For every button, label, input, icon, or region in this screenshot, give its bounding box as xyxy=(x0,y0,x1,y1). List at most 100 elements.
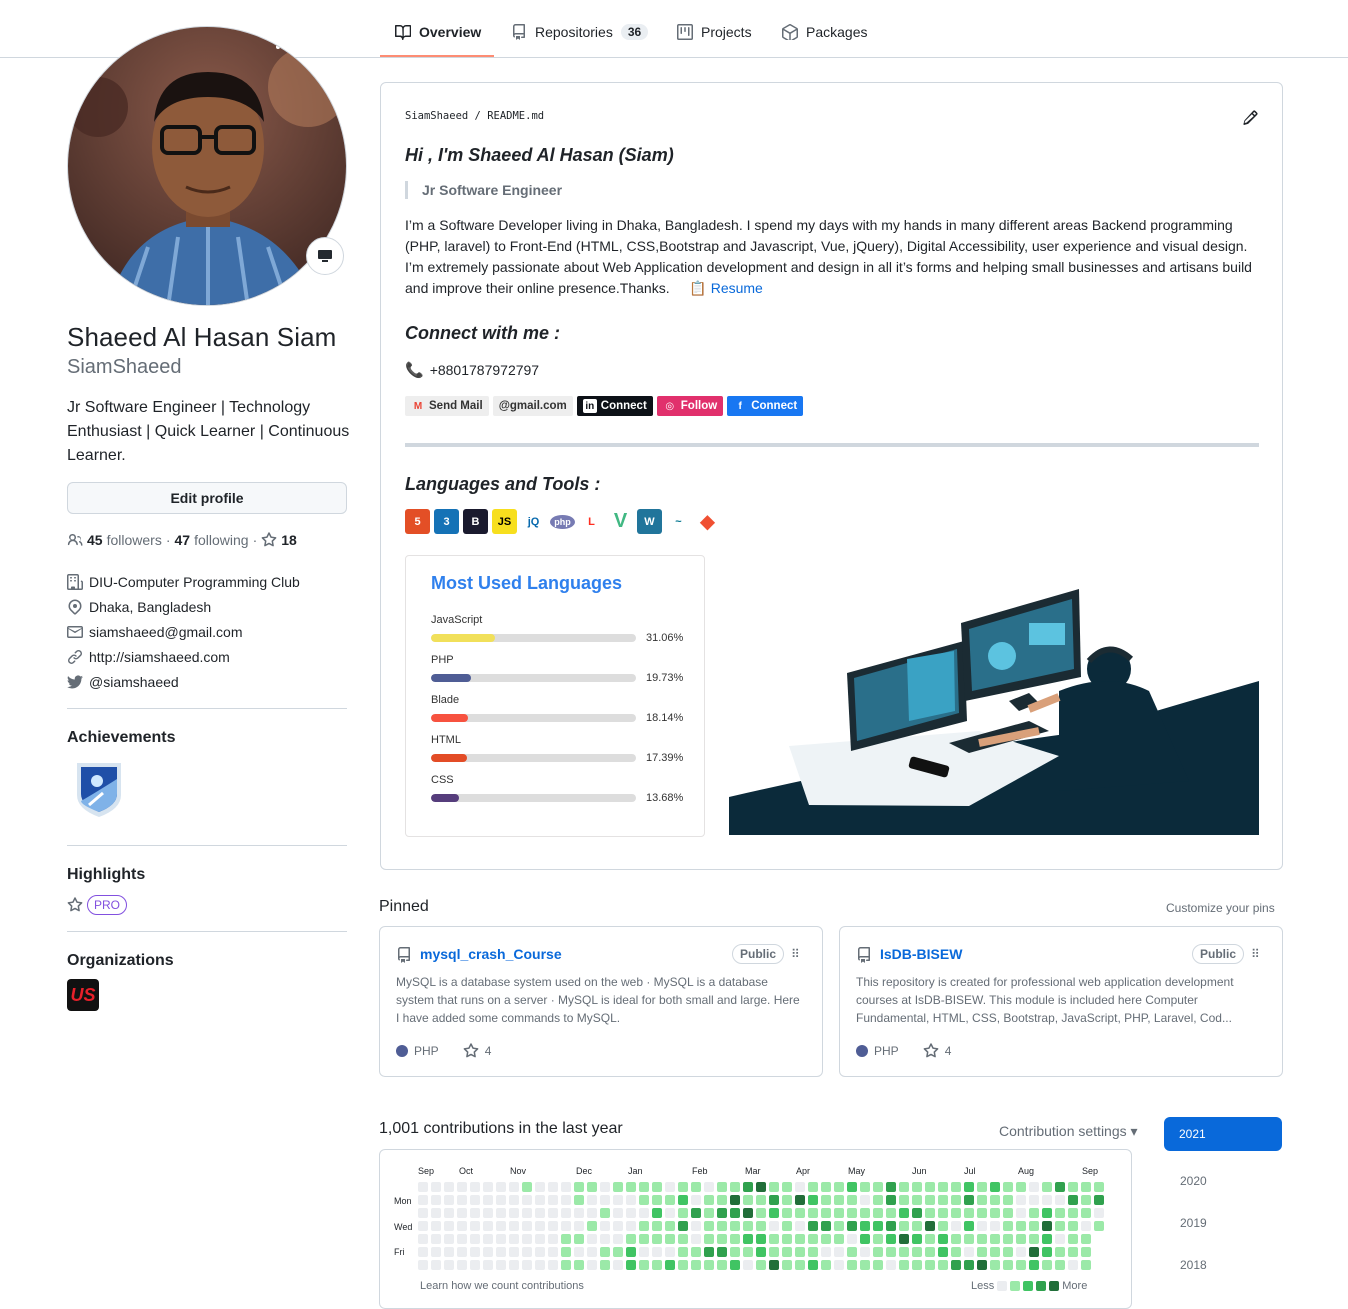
contribution-day[interactable] xyxy=(821,1182,831,1192)
contribution-day[interactable] xyxy=(756,1234,766,1244)
contribution-day[interactable] xyxy=(535,1247,545,1257)
contribution-day[interactable] xyxy=(795,1182,805,1192)
contribution-day[interactable] xyxy=(1016,1221,1026,1231)
contribution-day[interactable] xyxy=(743,1182,753,1192)
contribution-day[interactable] xyxy=(925,1260,935,1270)
followers-count[interactable]: 45 xyxy=(87,532,103,548)
contribution-day[interactable] xyxy=(990,1208,1000,1218)
contribution-day[interactable] xyxy=(626,1182,636,1192)
contribution-day[interactable] xyxy=(535,1208,545,1218)
contribution-day[interactable] xyxy=(977,1260,987,1270)
contribution-day[interactable] xyxy=(873,1247,883,1257)
contribution-day[interactable] xyxy=(756,1247,766,1257)
contribution-day[interactable] xyxy=(1055,1247,1065,1257)
contribution-day[interactable] xyxy=(951,1260,961,1270)
contribution-day[interactable] xyxy=(795,1221,805,1231)
contribution-day[interactable] xyxy=(834,1247,844,1257)
contribution-day[interactable] xyxy=(574,1208,584,1218)
contribution-day[interactable] xyxy=(743,1234,753,1244)
contribution-day[interactable] xyxy=(769,1208,779,1218)
tab-overview[interactable]: Overview xyxy=(395,14,481,50)
contribution-day[interactable] xyxy=(1029,1182,1039,1192)
contribution-day[interactable] xyxy=(626,1260,636,1270)
contribution-day[interactable] xyxy=(626,1208,636,1218)
contribution-day[interactable] xyxy=(769,1234,779,1244)
contribution-day[interactable] xyxy=(496,1208,506,1218)
contribution-day[interactable] xyxy=(665,1234,675,1244)
contribution-day[interactable] xyxy=(522,1247,532,1257)
contribution-day[interactable] xyxy=(665,1208,675,1218)
year-link-2019[interactable]: 2019 xyxy=(1180,1216,1207,1230)
contribution-day[interactable] xyxy=(938,1182,948,1192)
contribution-day[interactable] xyxy=(535,1221,545,1231)
contribution-day[interactable] xyxy=(821,1221,831,1231)
contribution-day[interactable] xyxy=(730,1260,740,1270)
contribution-day[interactable] xyxy=(860,1234,870,1244)
contribution-day[interactable] xyxy=(1042,1260,1052,1270)
contribution-day[interactable] xyxy=(782,1195,792,1205)
contribution-day[interactable] xyxy=(600,1208,610,1218)
social-badge[interactable]: M Send Mail xyxy=(405,396,489,416)
contribution-day[interactable] xyxy=(548,1247,558,1257)
contribution-day[interactable] xyxy=(964,1260,974,1270)
contribution-day[interactable] xyxy=(665,1221,675,1231)
contribution-day[interactable] xyxy=(678,1260,688,1270)
contribution-day[interactable] xyxy=(535,1234,545,1244)
contribution-day[interactable] xyxy=(977,1221,987,1231)
contribution-day[interactable] xyxy=(964,1221,974,1231)
tab-packages[interactable]: Packages xyxy=(782,14,867,50)
contribution-day[interactable] xyxy=(1042,1247,1052,1257)
contribution-day[interactable] xyxy=(587,1234,597,1244)
contribution-day[interactable] xyxy=(990,1247,1000,1257)
set-status-button[interactable] xyxy=(306,237,344,275)
contribution-day[interactable] xyxy=(990,1260,1000,1270)
contribution-day[interactable] xyxy=(925,1208,935,1218)
contribution-day[interactable] xyxy=(782,1221,792,1231)
contribution-day[interactable] xyxy=(639,1182,649,1192)
contribution-day[interactable] xyxy=(964,1208,974,1218)
contribution-settings-dropdown[interactable]: Contribution settings ▾ xyxy=(999,1123,1138,1140)
contribution-day[interactable] xyxy=(418,1247,428,1257)
contribution-day[interactable] xyxy=(925,1182,935,1192)
contribution-day[interactable] xyxy=(496,1221,506,1231)
contribution-day[interactable] xyxy=(691,1182,701,1192)
contribution-day[interactable] xyxy=(613,1247,623,1257)
contribution-day[interactable] xyxy=(990,1182,1000,1192)
contribution-day[interactable] xyxy=(1094,1195,1104,1205)
contribution-day[interactable] xyxy=(1016,1182,1026,1192)
year-link-2018[interactable]: 2018 xyxy=(1180,1258,1207,1272)
contribution-day[interactable] xyxy=(470,1221,480,1231)
contribution-day[interactable] xyxy=(938,1195,948,1205)
customize-pins-link[interactable]: Customize your pins xyxy=(1166,901,1275,915)
contribution-day[interactable] xyxy=(587,1195,597,1205)
contribution-day[interactable] xyxy=(821,1208,831,1218)
contribution-day[interactable] xyxy=(886,1221,896,1231)
contribution-day[interactable] xyxy=(470,1182,480,1192)
contribution-day[interactable] xyxy=(1055,1234,1065,1244)
contribution-day[interactable] xyxy=(1003,1234,1013,1244)
contribution-day[interactable] xyxy=(899,1208,909,1218)
contribution-day[interactable] xyxy=(613,1221,623,1231)
contribution-day[interactable] xyxy=(717,1221,727,1231)
contribution-day[interactable] xyxy=(1068,1234,1078,1244)
contribution-day[interactable] xyxy=(418,1221,428,1231)
contribution-day[interactable] xyxy=(912,1221,922,1231)
contribution-day[interactable] xyxy=(730,1195,740,1205)
contribution-day[interactable] xyxy=(470,1195,480,1205)
contribution-day[interactable] xyxy=(1029,1195,1039,1205)
following-count[interactable]: 47 xyxy=(175,532,191,548)
contribution-day[interactable] xyxy=(821,1247,831,1257)
contribution-day[interactable] xyxy=(977,1234,987,1244)
vcard-email[interactable]: siamshaeed@gmail.com xyxy=(67,624,243,640)
contribution-day[interactable] xyxy=(886,1234,896,1244)
contribution-day[interactable] xyxy=(704,1247,714,1257)
contribution-day[interactable] xyxy=(444,1221,454,1231)
contribution-day[interactable] xyxy=(1016,1260,1026,1270)
contribution-day[interactable] xyxy=(639,1221,649,1231)
contribution-day[interactable] xyxy=(587,1247,597,1257)
contribution-day[interactable] xyxy=(535,1260,545,1270)
contribution-day[interactable] xyxy=(431,1234,441,1244)
contribution-day[interactable] xyxy=(639,1195,649,1205)
contribution-day[interactable] xyxy=(717,1247,727,1257)
contribution-day[interactable] xyxy=(886,1260,896,1270)
